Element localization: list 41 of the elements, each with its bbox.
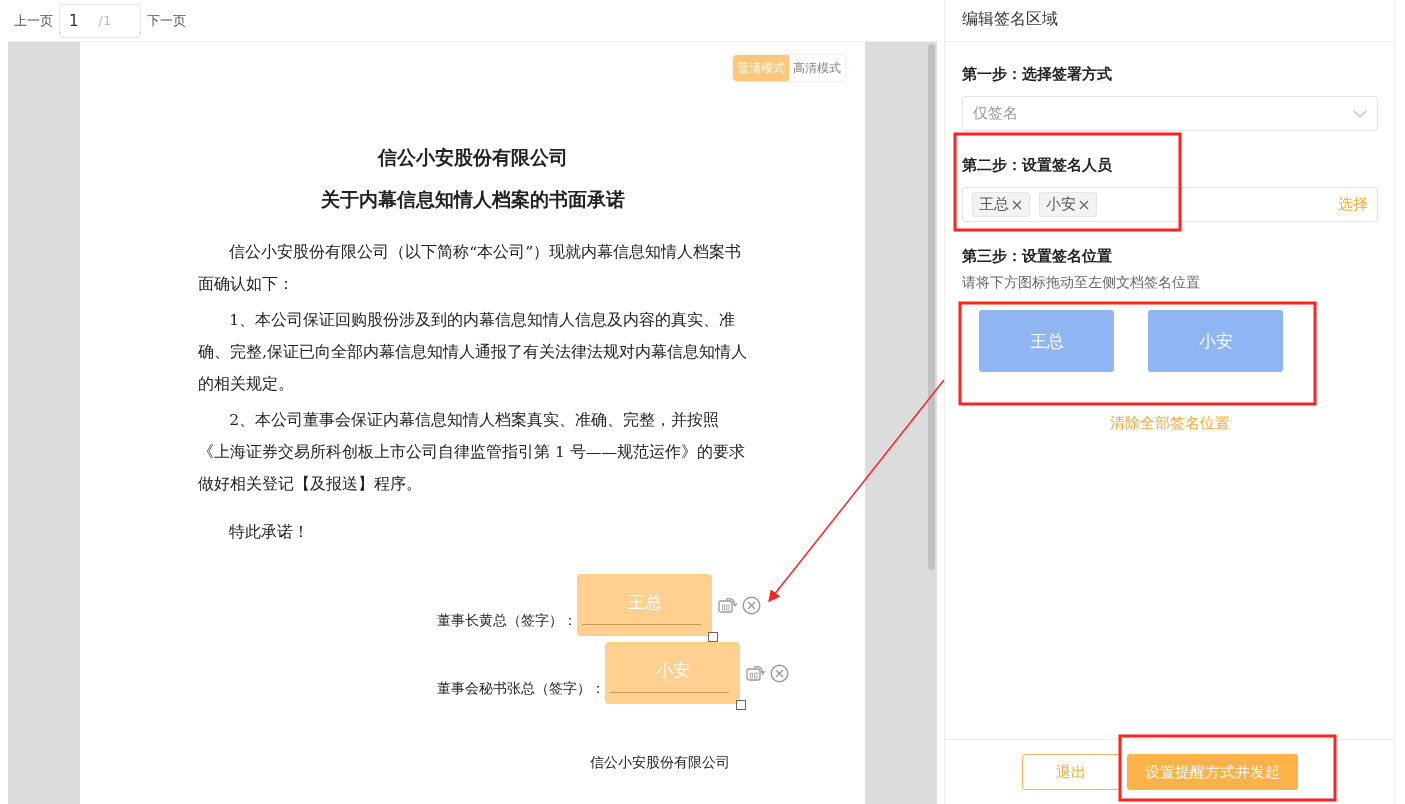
signer-field[interactable]: 王总 小安 选择 [962,187,1378,222]
document-paragraph: 信公小安股份有限公司（以下简称“本公司”）现就内幕信息知情人档案书面确认如下： [198,242,743,295]
signature-stamp[interactable]: 小安 [605,642,740,704]
close-icon[interactable] [770,663,789,683]
step-heading: 第三步：设置签名位置 [962,246,1113,267]
document-paragraph: 2、本公司董事会保证内幕信息知情人档案真实、准确、完整，并按照《上海证券交易所科创板上市公司自律监管指引第 1 号——规范运作》的要求做好相关登记【及报送】程序。 [198,410,747,495]
page-number-field[interactable]: 1 /1 [59,3,141,38]
document-paragraph: 特此承诺！ [228,522,311,543]
scrollbar-thumb[interactable] [928,44,935,570]
close-icon[interactable] [742,595,761,615]
rotate-icon[interactable] [746,664,766,682]
document-title: 信公小安股份有限公司 [376,145,569,170]
document-paragraph: 1、本公司保证回购股份涉及到的内幕信息知情人信息及内容的真实、准确、完整,保证已向全部内幕信息知情人通报了有关法律法规对内幕信息知情人的相关规定。 [198,310,748,395]
clear-positions-link[interactable]: 清除全部签名位置 [962,414,1378,433]
step-heading: 第二步：设置签名人员 [962,155,1113,176]
resize-handle[interactable] [708,632,718,642]
remove-icon[interactable] [1011,198,1023,211]
resize-handle[interactable] [736,700,746,710]
chevron-down-icon [1353,109,1367,118]
submit-button[interactable]: 设置提醒方式并发起 [1126,754,1298,790]
previous-page-link[interactable]: 上一页 [14,11,53,30]
signer-tag: 王总 [972,192,1030,217]
rotate-icon[interactable] [718,596,738,614]
signature-stamp[interactable]: 王总 [577,574,712,636]
draggable-signature[interactable]: 王总 [979,310,1114,372]
document-title: 关于内幕信息知情人档案的书面承诺 [319,187,626,212]
instruction-text: 请将下方图标拖动至左侧文档签名位置 [962,274,1201,292]
signature-label: 董事会秘书张总（签字）： [437,679,605,698]
document-signatory: 信公小安股份有限公司 [590,754,731,772]
panel-title: 编辑签名区域 [945,0,1394,42]
next-page-link[interactable]: 下一页 [147,11,186,30]
choose-link[interactable]: 选择 [1338,195,1368,214]
step-heading: 第一步：选择签署方式 [962,64,1113,85]
draggable-signature[interactable]: 小安 [1148,310,1283,372]
mode-tab[interactable]: 普清模式 [733,55,789,81]
signer-tag: 小安 [1039,192,1097,217]
exit-button[interactable]: 退出 [1021,754,1121,790]
signature-label: 董事长黄总（签字）： [437,611,577,630]
remove-icon[interactable] [1078,198,1090,211]
mode-tab[interactable]: 高清模式 [789,55,845,81]
signing-method-dropdown[interactable]: 仅签名 [962,96,1378,131]
